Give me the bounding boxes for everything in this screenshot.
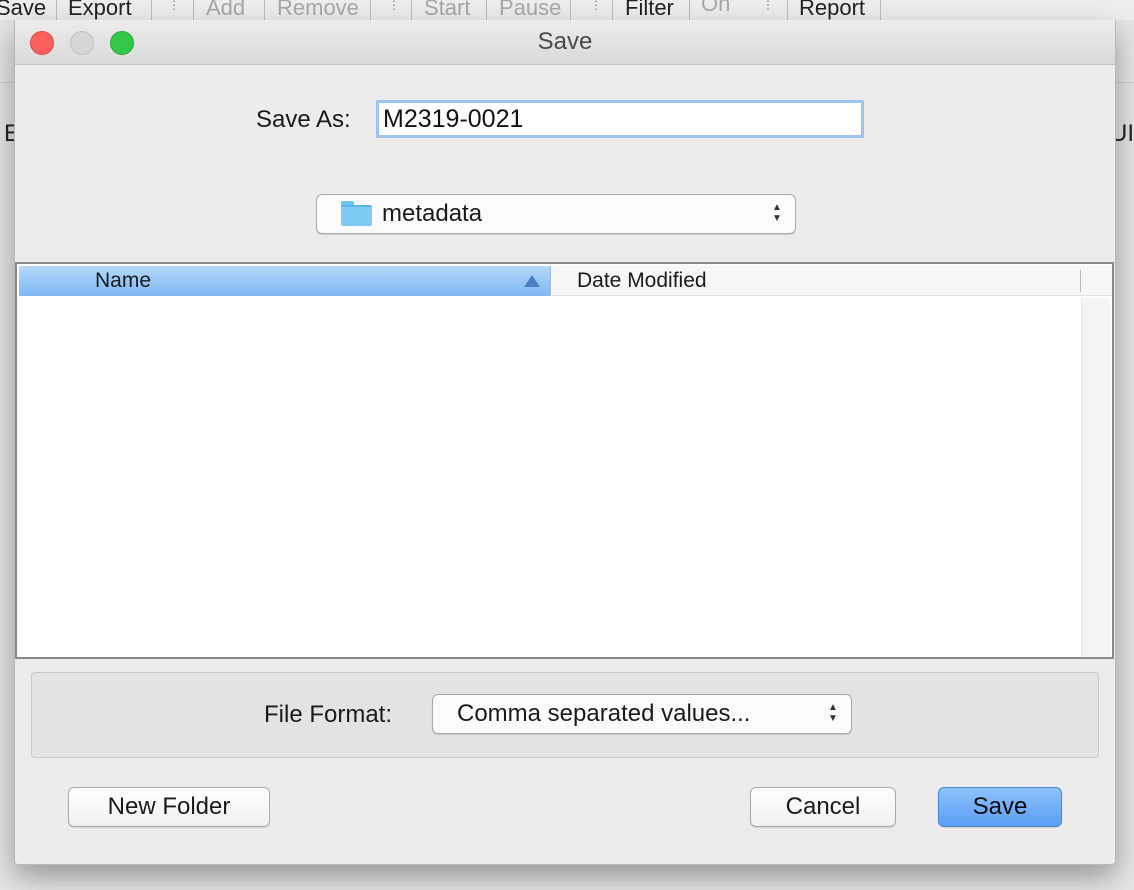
bg-toolbar-separator xyxy=(56,0,57,20)
bg-toolbar-separator xyxy=(689,0,690,20)
file-list-table[interactable]: Name Date Modified xyxy=(15,262,1114,659)
save-button[interactable]: Save xyxy=(938,787,1062,827)
bg-toolbar-grip-icon: ⋮ xyxy=(168,0,180,12)
bg-toolbar-separator xyxy=(370,0,371,20)
save-dialog: Save Save As: metadata ▲▼ Name Date Modi… xyxy=(14,20,1116,865)
bg-toolbar-separator xyxy=(486,0,487,20)
new-folder-button[interactable]: New Folder xyxy=(68,787,270,827)
bg-toolbar-report[interactable]: Report xyxy=(799,0,865,20)
bg-toolbar-pause[interactable]: Pause xyxy=(499,0,561,20)
bg-toolbar-separator xyxy=(787,0,788,20)
folder-location-name: metadata xyxy=(382,200,483,227)
bg-toolbar-separator xyxy=(151,0,152,20)
file-format-value: Comma separated values... xyxy=(457,700,751,727)
bg-toolbar-separator xyxy=(612,0,613,20)
file-list-scrollbar-track[interactable] xyxy=(1081,298,1110,657)
folder-icon xyxy=(341,201,372,226)
bg-toolbar-filter[interactable]: Filter xyxy=(625,0,674,20)
background-toolbar: Save Export ⋮ Add Remove ⋮ Start Pause ⋮… xyxy=(0,0,1134,20)
popup-stepper-icon: ▲ ▼ xyxy=(772,202,782,224)
bg-toolbar-separator xyxy=(570,0,571,20)
bg-toolbar-separator xyxy=(411,0,412,20)
bg-toolbar-export[interactable]: Export xyxy=(68,0,132,20)
bg-toolbar-separator xyxy=(193,0,194,20)
column-header-name[interactable]: Name xyxy=(19,266,551,296)
save-as-label: Save As: xyxy=(256,106,351,133)
column-divider xyxy=(1080,270,1081,292)
dialog-title: Save xyxy=(537,28,593,55)
bg-toolbar-remove[interactable]: Remove xyxy=(277,0,359,20)
column-header-date-modified[interactable]: Date Modified xyxy=(552,266,1112,296)
bg-toolbar-separator xyxy=(880,0,881,20)
sort-ascending-icon xyxy=(524,275,540,287)
bg-toolbar-on-toggle[interactable]: On xyxy=(701,0,730,18)
bg-toolbar-start[interactable]: Start xyxy=(424,0,470,20)
bg-toolbar-grip-icon: ⋮ xyxy=(590,0,602,12)
file-format-label: File Format: xyxy=(264,701,393,728)
bg-toolbar-add[interactable]: Add xyxy=(206,0,245,20)
folder-location-popup[interactable]: metadata ▲ ▼ xyxy=(316,194,796,234)
column-header-date-modified-label: Date Modified xyxy=(577,269,707,292)
bg-toolbar-grip-icon: ⋮ xyxy=(388,0,400,12)
bg-toolbar-separator xyxy=(264,0,265,20)
cancel-button[interactable]: Cancel xyxy=(750,787,896,827)
bg-toolbar-save[interactable]: Save xyxy=(0,0,46,20)
column-header-name-label: Name xyxy=(95,269,152,292)
save-as-filename-input[interactable] xyxy=(376,100,864,138)
popup-stepper-icon: ▲ ▼ xyxy=(828,702,838,724)
dialog-titlebar[interactable]: Save xyxy=(15,20,1115,65)
file-format-popup[interactable]: Comma separated values... ▲ ▼ xyxy=(432,694,852,734)
bg-toolbar-grip-icon: ⋮ xyxy=(762,0,774,12)
